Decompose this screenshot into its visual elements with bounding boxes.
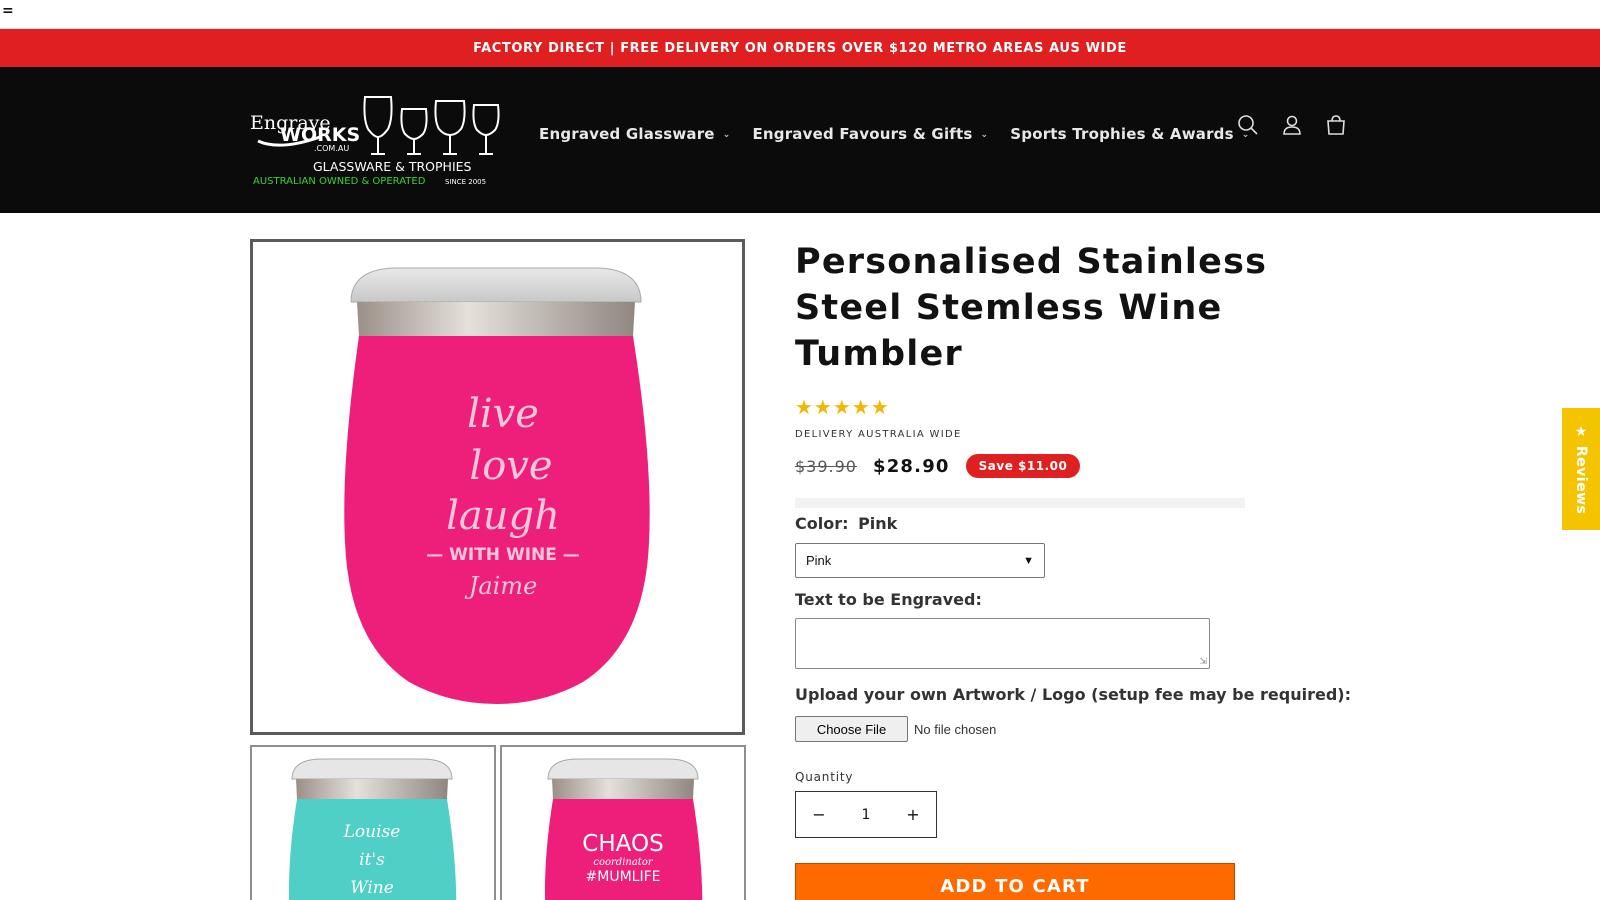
sale-price: $28.90 xyxy=(872,455,950,477)
chevron-down-icon: ⌄ xyxy=(980,130,989,140)
logo-line2: WORKS xyxy=(280,124,360,146)
cart-icon[interactable] xyxy=(1324,113,1348,137)
site-header: Engrave WORKS .COM.AU GLASSWARE & TROPHI… xyxy=(0,67,1600,213)
chevron-down-icon: ⌄ xyxy=(722,130,731,140)
product-thumbnail-teal[interactable]: Louise it's Wine xyxy=(250,745,496,900)
product-title: Personalised Stainless Steel Stemless Wi… xyxy=(795,242,1268,374)
nav-item-engraved-glassware[interactable]: Engraved Glassware ⌄ xyxy=(539,125,730,143)
file-status: No file chosen xyxy=(914,721,997,737)
pink-tumbler-thumb-image: CHAOS coordinator #MUMLIFE xyxy=(544,758,703,900)
nav-item-engraved-favours-gifts[interactable]: Engraved Favours & Gifts ⌄ xyxy=(752,125,988,143)
quantity-decrease-button[interactable]: − xyxy=(796,792,842,837)
product-main-image[interactable]: live love laugh — WITH WINE — Jaime xyxy=(250,239,745,735)
product-info: Personalised Stainless Steel Stemless Wi… xyxy=(795,239,1355,900)
color-value: Pink xyxy=(858,514,898,533)
add-to-cart-button[interactable]: ADD TO CART xyxy=(795,863,1235,900)
logo-subline: AUSTRALIAN OWNED & OPERATED xyxy=(253,176,426,187)
reviews-tab-label: ★ Reviews xyxy=(1573,423,1589,515)
announcement-text: FACTORY DIRECT | FREE DELIVERY ON ORDERS… xyxy=(473,40,1127,56)
engraving-line-3: laugh xyxy=(446,493,560,539)
header-icons xyxy=(1236,113,1348,137)
nav-item-sports-trophies-awards[interactable]: Sports Trophies & Awards ⌄ xyxy=(1010,125,1249,143)
choose-file-button[interactable]: Choose File xyxy=(795,716,908,742)
quantity-input[interactable]: 1 xyxy=(846,807,886,823)
logo-line3: .COM.AU xyxy=(314,144,349,153)
thumb1-engraving-line-1: Louise xyxy=(343,822,401,842)
rating-stars[interactable]: ★★★★★ xyxy=(795,395,1355,419)
save-badge: Save $11.00 xyxy=(965,454,1081,478)
thumb1-engraving-line-2: it's xyxy=(359,850,385,870)
thumb2-engraving-line-2: coordinator xyxy=(593,857,653,868)
quantity-stepper: − 1 + xyxy=(795,791,937,838)
thumb1-engraving-line-3: Wine xyxy=(350,878,394,898)
announcement-bar: FACTORY DIRECT | FREE DELIVERY ON ORDERS… xyxy=(0,29,1600,67)
teal-tumbler-image: Louise it's Wine xyxy=(288,758,457,900)
logo-since: SINCE 2005 xyxy=(445,178,486,186)
color-select[interactable]: Pink ▼ xyxy=(795,543,1045,578)
color-select-value: Pink xyxy=(806,553,832,568)
color-option-label: Color: Pink xyxy=(795,514,1355,533)
nav-item-label: Engraved Glassware xyxy=(539,125,715,143)
engraving-line-5: Jaime xyxy=(464,572,538,600)
product-thumbnail-pink[interactable]: CHAOS coordinator #MUMLIFE xyxy=(500,745,746,900)
price-row: $39.90 $28.90 Save $11.00 xyxy=(795,454,1355,478)
file-upload: Choose File No file chosen xyxy=(795,716,1355,742)
caret-down-icon: ▼ xyxy=(1023,554,1034,567)
menu-glyph[interactable]: = xyxy=(2,3,14,19)
delivery-note: DELIVERY AUSTRALIA WIDE xyxy=(795,429,962,440)
site-logo[interactable]: Engrave WORKS .COM.AU GLASSWARE & TROPHI… xyxy=(250,91,502,189)
engraving-line-1: live xyxy=(467,391,539,437)
reviews-side-tab[interactable]: ★ Reviews xyxy=(1562,408,1600,530)
resize-grip-icon[interactable]: ⇲ xyxy=(1199,657,1207,667)
color-label: Color: xyxy=(795,514,849,533)
top-bar: = xyxy=(0,0,1600,29)
account-icon[interactable] xyxy=(1280,113,1304,137)
logo-tagline: GLASSWARE & TROPHIES xyxy=(313,159,472,174)
thumb2-engraving-line-1: CHAOS xyxy=(582,831,663,857)
regular-price: $39.90 xyxy=(795,456,857,476)
upload-artwork-label: Upload your own Artwork / Logo (setup fe… xyxy=(795,685,1351,704)
engrave-text-input[interactable]: ⇲ xyxy=(795,618,1210,669)
engraving-line-4: — WITH WINE — xyxy=(426,545,580,565)
nav-item-label: Sports Trophies & Awards xyxy=(1010,125,1234,143)
quantity-increase-button[interactable]: + xyxy=(890,792,936,837)
wine-glasses-graphic xyxy=(363,96,500,155)
search-icon[interactable] xyxy=(1236,113,1260,137)
quantity-label: Quantity xyxy=(795,770,854,784)
nav-item-label: Engraved Favours & Gifts xyxy=(752,125,973,143)
divider xyxy=(795,498,1245,508)
engraving-line-2: love xyxy=(469,443,552,489)
pink-tumbler-image: live love laugh — WITH WINE — Jaime xyxy=(344,267,650,704)
main-nav: Engraved Glassware ⌄ Engraved Favours & … xyxy=(539,125,1250,143)
thumb2-engraving-line-3: #MUMLIFE xyxy=(586,869,661,885)
engrave-text-label: Text to be Engraved: xyxy=(795,590,982,609)
